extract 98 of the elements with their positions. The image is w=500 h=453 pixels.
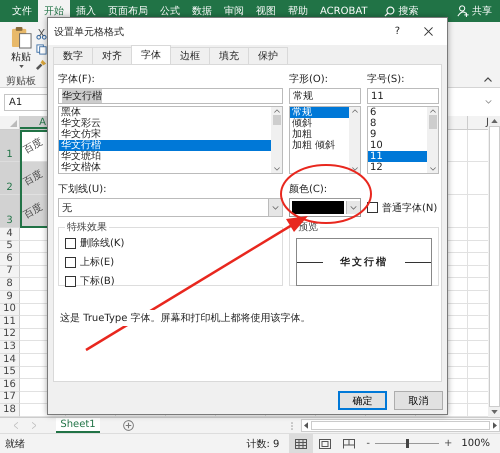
chevron-up-icon[interactable] [274, 109, 280, 113]
up-arrow-icon[interactable] [490, 119, 498, 123]
list-item[interactable]: 华文行楷 [59, 140, 271, 151]
checkbox[interactable]: 上标(E) [65, 255, 276, 269]
list-item[interactable]: 常规 [290, 107, 349, 118]
field-label: 字体(F): [58, 73, 96, 87]
row-header[interactable]: 7 [0, 266, 20, 278]
list-item[interactable]: 黑体 [59, 107, 271, 118]
list-item[interactable]: 加粗 倾斜 [290, 140, 349, 151]
text-field[interactable]: 11 [367, 88, 439, 104]
list-item[interactable]: 10 [368, 140, 427, 151]
clipboard-icon [10, 26, 32, 49]
scissors-icon[interactable] [36, 29, 47, 40]
view-button[interactable] [289, 434, 314, 453]
list-item[interactable]: 6 [368, 107, 427, 118]
list-item[interactable]: 加粗 [290, 129, 349, 140]
row-header[interactable]: 1 [0, 130, 20, 162]
page-break-icon [343, 438, 356, 448]
list-item[interactable]: 9 [368, 129, 427, 140]
caret-icon [350, 206, 357, 210]
zoom-out-button[interactable]: - [366, 438, 370, 449]
caret-icon [272, 206, 279, 210]
checkbox[interactable]: 下标(B) [65, 274, 276, 288]
help-button[interactable]: ? [394, 26, 400, 37]
chevron-up-icon[interactable] [430, 109, 436, 113]
row-header[interactable]: 13 [0, 341, 20, 354]
person-plus-icon [457, 5, 469, 17]
field-label: 字形(O): [289, 73, 330, 87]
chevron-up-icon[interactable] [484, 77, 492, 82]
row-header[interactable]: 14 [0, 354, 20, 367]
dialog-tab[interactable]: 数字 [53, 47, 93, 64]
brush-icon[interactable] [36, 59, 47, 70]
list-scrollbar[interactable] [349, 107, 360, 173]
count-text: 计数: 9 [246, 438, 280, 450]
zoom-level[interactable]: 100% [461, 438, 490, 449]
ribbon-tab[interactable]: 文件 [6, 0, 38, 22]
zoom-in-button[interactable]: + [444, 438, 452, 449]
row-header[interactable]: 16 [0, 379, 20, 392]
group-label: 剪贴板 [6, 74, 37, 86]
row-header[interactable]: 6 [0, 253, 20, 266]
row-header[interactable]: 8 [0, 278, 20, 291]
row-header[interactable]: 17 [0, 392, 20, 404]
text-field[interactable]: 华文行楷 [58, 88, 283, 104]
chevron-down-icon[interactable] [274, 167, 280, 171]
dialog-title: 设置单元格格式 [54, 26, 125, 38]
list-item[interactable]: 12 [368, 162, 427, 173]
list-scrollbar[interactable] [271, 107, 282, 173]
left-arrow-icon[interactable] [304, 422, 308, 429]
list-item[interactable]: 8 [368, 118, 427, 129]
field-label: 字号(S): [367, 73, 406, 87]
right-arrow-icon[interactable] [493, 422, 497, 429]
dialog-button[interactable]: 取消 [394, 391, 443, 410]
horizontal-scrollbar[interactable] [301, 419, 500, 432]
field-label: 颜色(C): [289, 183, 328, 197]
row-header[interactable]: 2 [0, 162, 20, 195]
checkbox[interactable]: 删除线(K) [65, 236, 276, 250]
underline-dropdown[interactable]: 无 [58, 198, 283, 217]
text-field[interactable]: 常规 [289, 88, 361, 104]
row-header[interactable]: 12 [0, 328, 20, 342]
status-text: 就绪 [5, 438, 25, 450]
dialog-tab[interactable]: 保护 [248, 47, 288, 64]
row-header[interactable]: 11 [0, 316, 20, 329]
chevron-down-icon[interactable] [430, 167, 436, 171]
row-header[interactable]: 15 [0, 366, 20, 380]
chevron-down-icon[interactable] [352, 167, 358, 171]
row-header[interactable]: 5 [0, 240, 20, 254]
plus-circle-icon[interactable] [123, 420, 134, 431]
copy-icon[interactable] [36, 44, 47, 55]
checkbox[interactable]: 普通字体(N) [367, 200, 438, 214]
page-icon [319, 438, 332, 448]
chevron-up-icon[interactable] [352, 109, 358, 113]
row-header[interactable]: 10 [0, 304, 20, 316]
grid-icon [295, 438, 308, 448]
dialog-button[interactable]: 确定 [338, 391, 387, 410]
preview-text: 华文行楷 [339, 256, 389, 269]
paste-button[interactable]: 粘贴 [6, 26, 36, 72]
caret-icon [18, 65, 24, 68]
row-header[interactable]: 4 [0, 228, 20, 241]
scroll-thumb[interactable] [272, 115, 280, 125]
list-scrollbar[interactable] [427, 107, 438, 173]
dialog-tab[interactable]: 字体 [131, 45, 171, 64]
caret-icon[interactable] [485, 100, 492, 104]
share-button[interactable]: 共享 [457, 0, 500, 22]
splitter-handle[interactable] [291, 422, 293, 430]
group-title: 特殊效果 [66, 220, 108, 234]
sheet-tab[interactable]: Sheet1 [56, 418, 100, 433]
row-header[interactable]: 9 [0, 290, 20, 304]
scroll-thumb[interactable] [311, 421, 490, 430]
triangle-icon [10, 120, 17, 127]
list-item[interactable]: 11 [368, 151, 427, 162]
color-dropdown[interactable] [289, 198, 361, 217]
row-header[interactable]: 18 [0, 404, 20, 417]
list-item[interactable]: 倾斜 [290, 118, 349, 129]
scroll-thumb[interactable] [428, 115, 436, 129]
search-button[interactable]: 搜索 [384, 0, 418, 22]
close-icon[interactable] [424, 27, 433, 36]
row-header[interactable]: 3 [0, 195, 20, 228]
down-arrow-icon[interactable] [490, 410, 498, 414]
